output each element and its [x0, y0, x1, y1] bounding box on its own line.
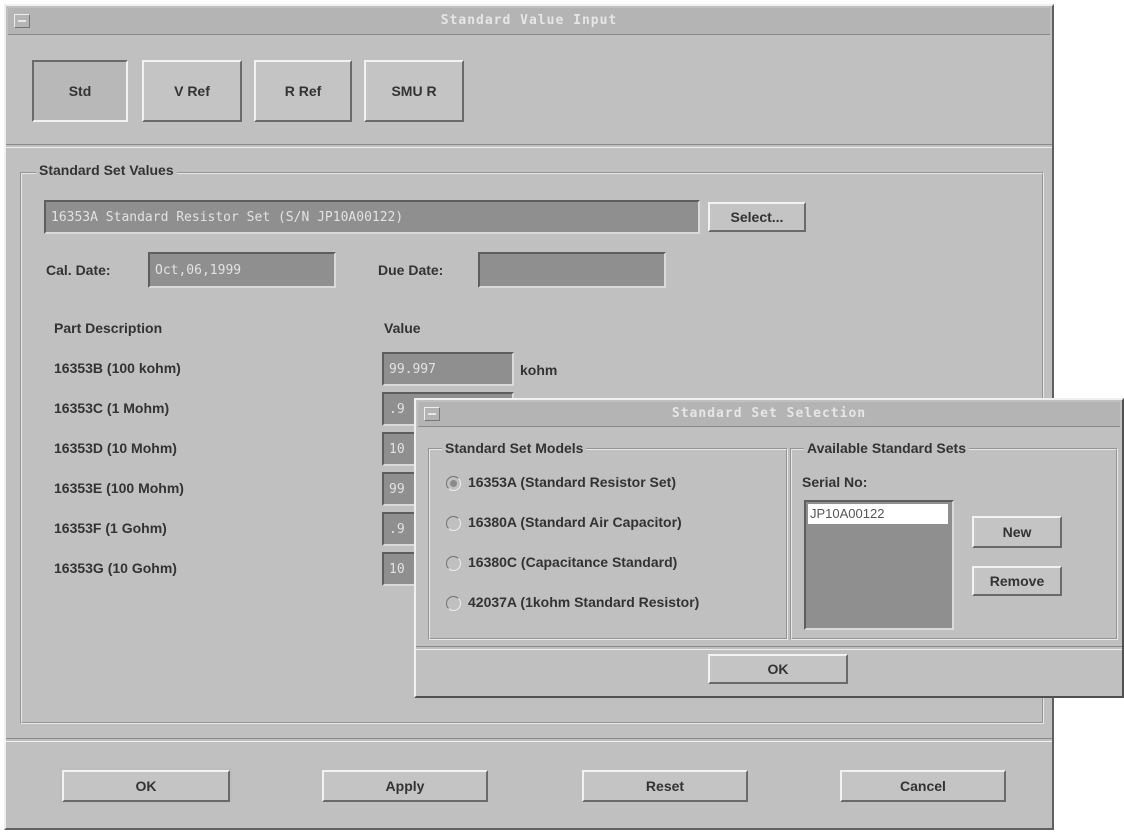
unit-label: kohm [520, 362, 558, 378]
tab-smu-r[interactable]: SMU R [364, 60, 464, 122]
part-row-label: 16353F (1 Gohm) [54, 520, 167, 536]
apply-button[interactable]: Apply [322, 770, 488, 802]
window-title: Standard Value Input [440, 13, 618, 28]
standard-set-name-field: 16353A Standard Resistor Set (S/N JP10A0… [44, 200, 700, 234]
dialog-ok-button[interactable]: OK [708, 654, 848, 684]
due-date-label: Due Date: [378, 262, 444, 278]
remove-button[interactable]: Remove [972, 566, 1062, 596]
cancel-button[interactable]: Cancel [840, 770, 1006, 802]
part-row-label: 16353C (1 Mohm) [54, 400, 170, 416]
ok-button[interactable]: OK [62, 770, 230, 802]
model-option-label[interactable]: 42037A (1kohm Standard Resistor) [468, 594, 699, 610]
model-option-label[interactable]: 16380A (Standard Air Capacitor) [468, 514, 682, 530]
tab-r-ref[interactable]: R Ref [254, 60, 352, 122]
tab-std[interactable]: Std [32, 60, 128, 122]
radio-button[interactable] [446, 596, 461, 611]
part-description-header: Part Description [54, 320, 163, 336]
cal-date-field[interactable]: Oct,06,1999 [148, 252, 336, 288]
tab-v-ref[interactable]: V Ref [142, 60, 242, 122]
value-field[interactable]: 99.997 [382, 352, 514, 386]
divider [6, 738, 1052, 742]
value-header: Value [384, 320, 421, 336]
divider [6, 144, 1052, 148]
standard-set-selection-dialog: Standard Set Selection Standard Set Mode… [414, 398, 1124, 698]
part-row-label: 16353G (10 Gohm) [54, 560, 177, 576]
available-standard-sets-label: Available Standard Sets [804, 440, 969, 456]
select-button[interactable]: Select... [708, 202, 806, 232]
dialog-title: Standard Set Selection [671, 406, 867, 421]
radio-button[interactable] [446, 516, 461, 531]
new-button[interactable]: New [972, 516, 1062, 548]
title-bar[interactable]: Standard Value Input [8, 8, 1050, 35]
part-row-label: 16353D (10 Mohm) [54, 440, 177, 456]
radio-button[interactable] [446, 476, 461, 491]
standard-set-values-label: Standard Set Values [36, 162, 177, 178]
radio-button[interactable] [446, 556, 461, 571]
divider [416, 646, 1122, 650]
serial-number-list[interactable]: JP10A00122 [804, 500, 954, 630]
model-option-label[interactable]: 16353A (Standard Resistor Set) [468, 474, 676, 490]
reset-button[interactable]: Reset [582, 770, 748, 802]
part-row-label: 16353E (100 Mohm) [54, 480, 184, 496]
standard-set-models-label: Standard Set Models [442, 440, 587, 456]
part-row-label: 16353B (100 kohm) [54, 360, 181, 376]
list-item[interactable]: JP10A00122 [808, 504, 948, 524]
dialog-title-bar[interactable]: Standard Set Selection [418, 402, 1120, 427]
cal-date-label: Cal. Date: [46, 262, 111, 278]
model-option-label[interactable]: 16380C (Capacitance Standard) [468, 554, 677, 570]
due-date-field[interactable] [478, 252, 666, 288]
serial-no-label: Serial No: [802, 474, 868, 490]
